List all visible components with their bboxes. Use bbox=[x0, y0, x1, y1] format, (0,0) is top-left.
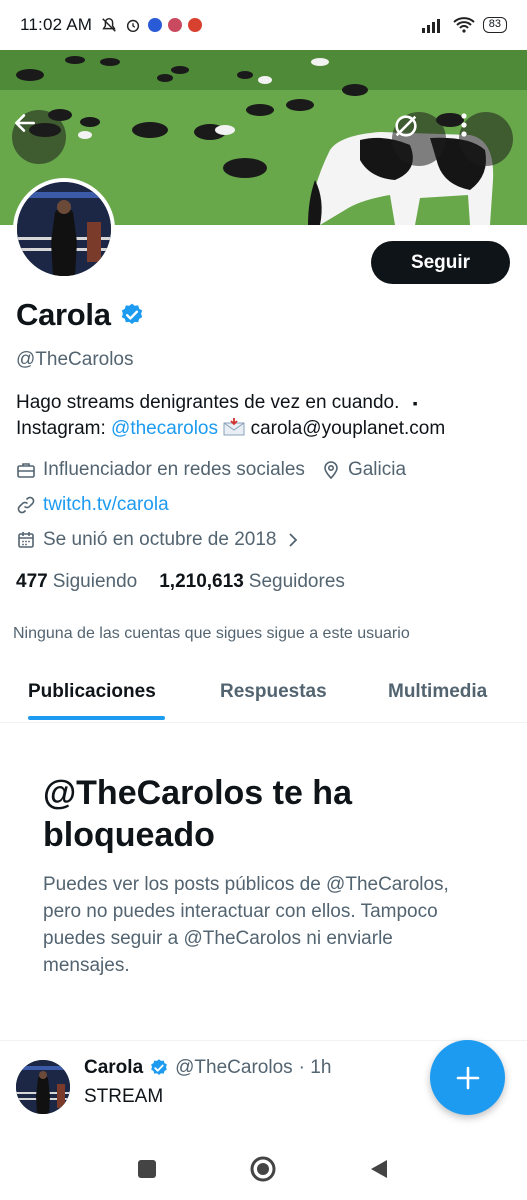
post-time: · 1h bbox=[298, 1057, 332, 1078]
calendar-icon bbox=[18, 532, 34, 548]
plus-icon bbox=[456, 1066, 479, 1089]
bio-instagram-link[interactable]: @thecarolos bbox=[111, 418, 218, 439]
more-options-button[interactable] bbox=[459, 112, 513, 166]
bio-text: Hago streams denigrantes de vez en cuand… bbox=[16, 392, 400, 413]
profile-joined-row[interactable]: Se unió en octubre de 2018 bbox=[16, 529, 302, 551]
followers-count: 1,210,613 bbox=[159, 571, 244, 592]
translate-button[interactable] bbox=[392, 112, 446, 166]
arrow-left-icon bbox=[15, 114, 35, 132]
follow-button[interactable]: Seguir bbox=[371, 241, 510, 284]
following-label: Siguiendo bbox=[52, 571, 138, 592]
back-button[interactable] bbox=[12, 110, 66, 164]
profile-handle: @TheCarolos bbox=[16, 349, 134, 370]
profile-avatar[interactable] bbox=[13, 178, 115, 280]
bio-instagram-label: Instagram: bbox=[16, 418, 106, 439]
briefcase-icon bbox=[17, 463, 35, 478]
verified-badge-icon[interactable] bbox=[119, 302, 145, 328]
verified-badge-icon bbox=[151, 1059, 167, 1075]
system-nav-bar bbox=[0, 1140, 527, 1200]
incoming-envelope-icon bbox=[223, 418, 245, 436]
bio-bullet: ▪ bbox=[412, 395, 418, 411]
link-icon bbox=[17, 496, 35, 514]
more-vertical-icon bbox=[461, 113, 467, 137]
divider bbox=[0, 1040, 527, 1041]
profile-category: Influenciador en redes sociales bbox=[43, 459, 305, 480]
profile-website-link[interactable]: twitch.tv/carola bbox=[43, 494, 169, 516]
status-bar: 11:02 AM 83 bbox=[0, 0, 527, 50]
avatar-image bbox=[17, 182, 111, 276]
tab-multimedia[interactable]: Multimedia bbox=[388, 681, 487, 703]
sync-slash-icon bbox=[395, 115, 417, 137]
wifi-icon bbox=[453, 17, 475, 33]
profile-bio: Hago streams denigrantes de vez en cuand… bbox=[16, 390, 516, 442]
chevron-right-icon bbox=[289, 533, 298, 547]
recent-apps-icon[interactable] bbox=[136, 1158, 158, 1180]
tab-respuestas[interactable]: Respuestas bbox=[220, 681, 327, 703]
profile-name: Carola bbox=[16, 297, 111, 332]
post-author-handle: @TheCarolos bbox=[175, 1057, 293, 1078]
profile-website-row: twitch.tv/carola bbox=[16, 494, 169, 516]
mute-icon bbox=[102, 17, 116, 32]
tab-publicaciones[interactable]: Publicaciones bbox=[28, 681, 156, 703]
followers-label: Seguidores bbox=[248, 571, 345, 592]
location-pin-icon bbox=[324, 461, 338, 480]
status-time: 11:02 AM bbox=[20, 15, 93, 34]
profile-name-row: Carola bbox=[16, 297, 145, 333]
app-icon bbox=[148, 18, 163, 32]
profile-joined: Se unió en octubre de 2018 bbox=[43, 529, 277, 550]
followers-stat[interactable]: 1,210,613 Seguidores bbox=[159, 571, 345, 593]
mutual-followers-text: Ninguna de las cuentas que sigues sigue … bbox=[13, 625, 410, 642]
blocked-title: @TheCarolos te ha bloqueado bbox=[43, 774, 352, 854]
post-header: Carola @TheCarolos · 1h bbox=[84, 1057, 331, 1079]
following-stat[interactable]: 477 Siguiendo bbox=[16, 571, 137, 593]
profile-location: Galicia bbox=[347, 459, 407, 480]
avatar-image bbox=[16, 1060, 70, 1114]
profile-tabs: Publicaciones Respuestas Multimedia bbox=[0, 665, 527, 723]
blocked-description: Puedes ver los posts públicos de @TheCar… bbox=[43, 874, 449, 976]
compose-post-button[interactable] bbox=[430, 1040, 505, 1115]
home-icon[interactable] bbox=[249, 1155, 277, 1183]
back-nav-icon[interactable] bbox=[368, 1158, 390, 1180]
battery-icon: 83 bbox=[482, 17, 507, 33]
post-author-name[interactable]: Carola bbox=[84, 1057, 143, 1079]
app-icon bbox=[168, 18, 183, 32]
alarm-icon bbox=[127, 19, 140, 33]
post-avatar[interactable] bbox=[16, 1060, 70, 1114]
bio-email: carola@youplanet.com bbox=[250, 418, 446, 439]
profile-stats: 477 Siguiendo 1,210,613 Seguidores bbox=[16, 571, 345, 593]
following-count: 477 bbox=[16, 571, 48, 592]
active-tab-indicator bbox=[28, 716, 165, 720]
post-text[interactable]: STREAM bbox=[84, 1086, 163, 1108]
signal-icon bbox=[421, 19, 440, 33]
app-icon bbox=[188, 18, 203, 32]
profile-meta-row: Influenciador en redes sociales Galicia bbox=[16, 459, 406, 481]
